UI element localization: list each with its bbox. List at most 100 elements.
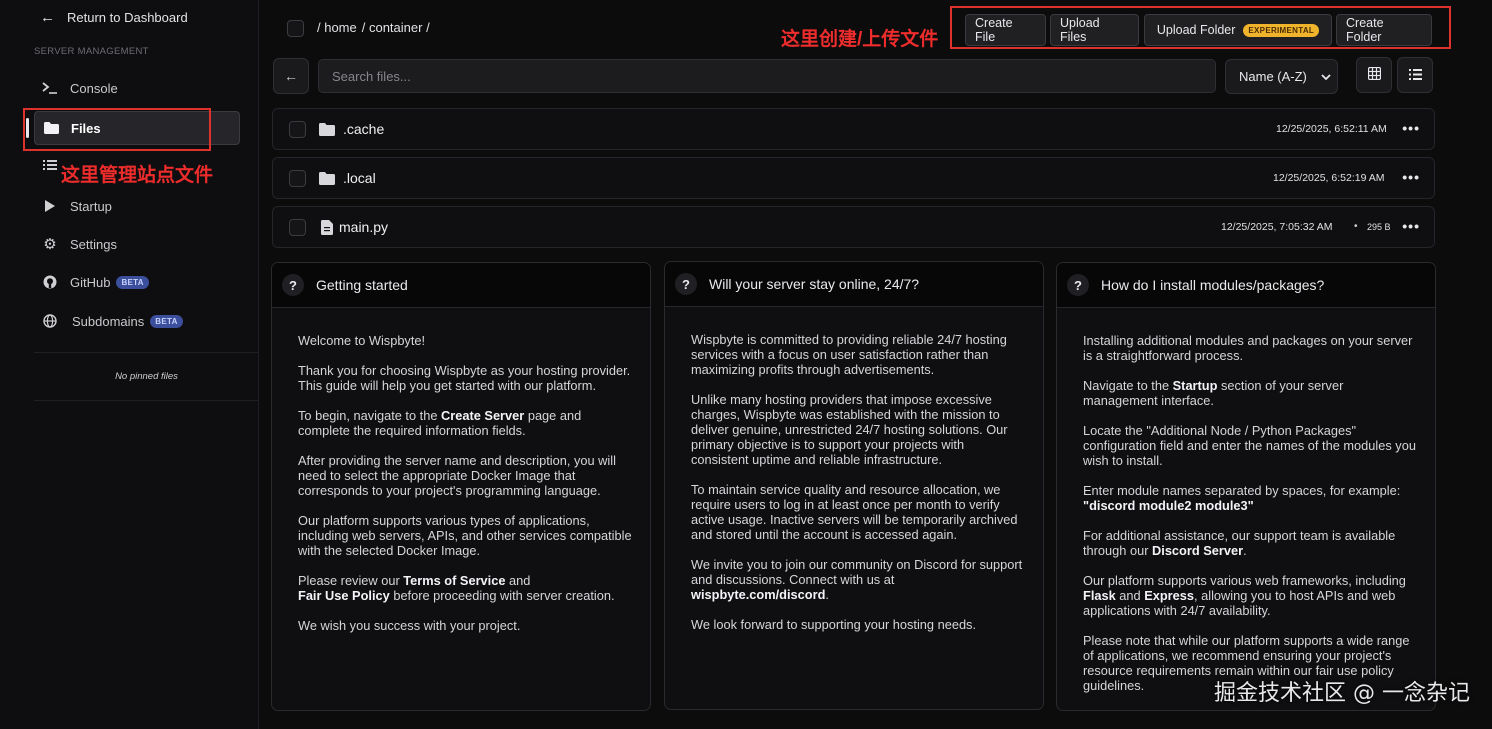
card-header: ? How do I install modules/packages? — [1057, 263, 1435, 308]
card-paragraph: To maintain service quality and resource… — [691, 482, 1018, 542]
sidebar-item-label: Startup — [70, 198, 112, 214]
beta-badge: BETA — [116, 275, 149, 289]
separator-dot: • — [1354, 221, 1358, 232]
search-input[interactable] — [318, 59, 1216, 93]
info-card-uptime: ? Will your server stay online, 24/7? Wi… — [664, 261, 1044, 710]
sidebar-item-console[interactable]: Console — [34, 71, 240, 105]
card-paragraph: To begin, navigate to the Create Server … — [298, 408, 582, 438]
globe-icon — [42, 314, 58, 328]
card-title: Getting started — [316, 277, 408, 293]
watermark: 掘金技术社区 @ 一念杂记 — [1214, 681, 1470, 706]
file-size: 295 B — [1367, 222, 1391, 232]
card-title: How do I install modules/packages? — [1101, 277, 1325, 293]
arrow-left-icon: ← — [40, 9, 55, 26]
create-folder-button[interactable]: Create Folder — [1336, 14, 1432, 46]
return-label: Return to Dashboard — [67, 10, 188, 25]
grid-icon — [1367, 66, 1381, 83]
card-paragraph: Installing additional modules and packag… — [1083, 333, 1413, 363]
list-view-button[interactable] — [1397, 57, 1433, 93]
file-date: 12/25/2025, 7:05:32 AM — [1221, 221, 1333, 233]
list-icon — [42, 159, 58, 171]
card-paragraph: For additional assistance, our support t… — [1083, 528, 1396, 558]
sidebar-item-startup[interactable]: Startup — [34, 189, 240, 223]
experimental-badge: EXPERIMENTAL — [1243, 23, 1320, 37]
card-paragraph: Please review our Terms of Service and Fa… — [298, 573, 615, 603]
annotation-box-files — [23, 108, 211, 151]
more-options-icon[interactable]: ••• — [1402, 169, 1420, 185]
chevron-down-icon — [1321, 69, 1331, 84]
upload-folder-label: Upload Folder — [1156, 23, 1236, 37]
sidebar-item-label: Console — [70, 80, 118, 96]
row-checkbox[interactable] — [289, 121, 306, 138]
sidebar-item-label: Settings — [70, 236, 117, 252]
file-name: main.py — [339, 219, 389, 235]
file-name: .cache — [343, 121, 385, 137]
file-row[interactable]: .cache 12/25/2025, 6:52:11 AM ••• — [272, 108, 1435, 150]
arrow-left-icon: ← — [284, 68, 298, 84]
play-icon — [42, 200, 58, 212]
question-icon: ? — [1067, 274, 1089, 296]
breadcrumb-container[interactable]: / container / — [362, 20, 430, 35]
terminal-icon — [42, 82, 58, 94]
folder-icon — [319, 121, 335, 137]
breadcrumb: / home / container / — [317, 20, 430, 35]
card-paragraph: After providing the server name and desc… — [298, 453, 616, 498]
sidebar-item-label: GitHub — [70, 274, 111, 290]
card-paragraph: Locate the "Additional Node / Python Pac… — [1083, 423, 1416, 468]
sidebar-item-label: Subdomains — [72, 313, 145, 329]
select-all-checkbox[interactable] — [287, 20, 304, 37]
upload-folder-button[interactable]: Upload Folder EXPERIMENTAL — [1144, 14, 1332, 46]
no-pinned-files: No pinned files — [115, 371, 178, 382]
sidebar-item-github[interactable]: GitHub BETA — [34, 265, 240, 299]
upload-files-button[interactable]: Upload Files — [1050, 14, 1139, 46]
info-card-modules: ? How do I install modules/packages? Ins… — [1056, 262, 1436, 711]
card-header: ? Will your server stay online, 24/7? — [665, 262, 1043, 307]
file-row[interactable]: main.py 12/25/2025, 7:05:32 AM • 295 B •… — [272, 206, 1435, 248]
card-title: Will your server stay online, 24/7? — [709, 276, 920, 292]
file-icon — [319, 219, 335, 235]
annotation-left: 这里管理站点文件 — [61, 165, 214, 186]
divider — [34, 400, 259, 401]
card-body: Installing additional modules and packag… — [1057, 308, 1435, 693]
beta-badge: BETA — [150, 314, 183, 328]
card-paragraph: We wish you success with your project. — [298, 618, 521, 633]
sidebar-item-subdomains[interactable]: Subdomains BETA — [34, 304, 240, 338]
folder-icon — [319, 170, 335, 186]
card-paragraph: Wispbyte is committed to providing relia… — [691, 332, 1007, 377]
file-name: .local — [343, 170, 376, 186]
card-paragraph: Our platform supports various types of a… — [298, 513, 632, 558]
file-row[interactable]: .local 12/25/2025, 6:52:19 AM ••• — [272, 157, 1435, 199]
card-paragraph: We look forward to supporting your hosti… — [691, 617, 977, 632]
card-paragraph: We invite you to join our community on D… — [691, 557, 1023, 602]
card-header: ? Getting started — [272, 263, 650, 308]
card-paragraph: Navigate to the Startup section of your … — [1083, 378, 1344, 408]
create-file-button[interactable]: Create File — [965, 14, 1046, 46]
grid-view-button[interactable] — [1356, 57, 1392, 93]
question-icon: ? — [282, 274, 304, 296]
card-body: Welcome to Wispbyte! Thank you for choosi… — [272, 308, 650, 633]
list-icon — [1408, 68, 1422, 83]
question-icon: ? — [675, 273, 697, 295]
row-checkbox[interactable] — [289, 219, 306, 236]
card-paragraph: Enter module names separated by spaces, … — [1083, 483, 1401, 513]
breadcrumb-home[interactable]: / home — [317, 20, 357, 35]
info-card-getting-started: ? Getting started Welcome to Wispbyte! Th… — [271, 262, 651, 711]
row-checkbox[interactable] — [289, 170, 306, 187]
card-paragraph: Our platform supports various web framew… — [1083, 573, 1406, 618]
sort-select[interactable]: Name (A-Z) — [1225, 59, 1338, 94]
card-body: Wispbyte is committed to providing relia… — [665, 307, 1043, 632]
github-icon — [42, 275, 58, 289]
divider — [34, 352, 259, 353]
section-label: SERVER MANAGEMENT — [34, 46, 149, 57]
more-options-icon[interactable]: ••• — [1402, 218, 1420, 234]
return-to-dashboard-link[interactable]: ← Return to Dashboard — [40, 9, 188, 26]
card-paragraph: Welcome to Wispbyte! — [298, 333, 426, 348]
sidebar-item-settings[interactable]: ⚙ Settings — [34, 227, 240, 261]
file-date: 12/25/2025, 6:52:11 AM — [1276, 123, 1387, 135]
back-button[interactable]: ← — [273, 58, 309, 94]
sort-label: Name (A-Z) — [1239, 69, 1307, 84]
more-options-icon[interactable]: ••• — [1402, 120, 1420, 136]
card-paragraph: Thank you for choosing Wispbyte as your … — [298, 363, 631, 393]
card-paragraph: Unlike many hosting providers that impos… — [691, 392, 1008, 467]
file-date: 12/25/2025, 6:52:19 AM — [1273, 172, 1385, 184]
